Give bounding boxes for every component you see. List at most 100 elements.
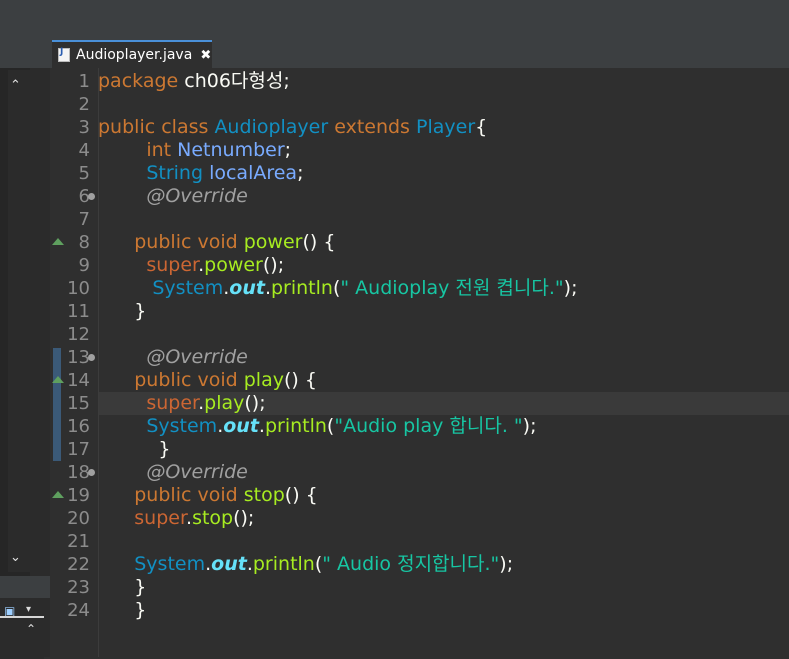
- code-token: stop: [192, 507, 234, 529]
- code-token: println: [264, 415, 327, 437]
- lower-scroll-up-icon[interactable]: ⌃: [26, 622, 36, 636]
- code-token: stop: [243, 484, 285, 506]
- line-number: 18: [67, 462, 90, 483]
- code-token: localArea: [209, 162, 298, 184]
- lower-panel: [0, 616, 44, 659]
- scroll-up-icon[interactable]: ⌃: [10, 78, 21, 93]
- code-token: {: [475, 116, 488, 138]
- code-token: println: [252, 553, 315, 575]
- code-token: "Audio play 합니다. ": [334, 415, 523, 437]
- code-token: () {: [283, 369, 317, 391]
- line-number: 1: [78, 71, 90, 92]
- code-token: power: [204, 254, 263, 276]
- fold-marker-icon[interactable]: [88, 193, 95, 200]
- line-number-gutter[interactable]: 1 2 3 4 5 6 7 8 9 10 11 12 13 14 15 16 17 18 19 20 21 22 23 24: [50, 68, 99, 657]
- code-token: ();: [262, 254, 285, 276]
- code-line[interactable]: System.out.println(" Audio 정지합니다.");: [98, 553, 513, 576]
- chevron-down-icon[interactable]: ▾: [26, 604, 31, 615]
- tab-audioplayer-java[interactable]: Audioplayer.java ✖: [52, 40, 212, 68]
- code-line[interactable]: int Netnumber;: [98, 139, 291, 162]
- code-line[interactable]: super.play();: [98, 392, 265, 415]
- code-token: power: [243, 231, 303, 253]
- code-line[interactable]: @Override: [98, 185, 248, 208]
- line-number: 17: [67, 439, 90, 460]
- code-token: ch06다형성;: [178, 70, 290, 92]
- editor-tab-bar: Audioplayer.java ✖: [50, 38, 789, 68]
- code-line[interactable]: }: [98, 438, 170, 461]
- code-token: );: [499, 553, 514, 575]
- code-token: String: [146, 162, 204, 184]
- code-token: class: [161, 116, 209, 138]
- left-panel-scrollbar[interactable]: [8, 70, 30, 572]
- line-number: 10: [67, 278, 90, 299]
- code-line[interactable]: }: [98, 576, 146, 599]
- fold-marker-icon[interactable]: [88, 469, 95, 476]
- line-number: 6: [78, 186, 90, 207]
- code-line[interactable]: public void power() {: [98, 231, 335, 254]
- code-token: public: [134, 484, 192, 506]
- code-token: }: [98, 576, 147, 598]
- code-token: void: [197, 484, 238, 506]
- code-token: play: [204, 392, 245, 414]
- left-panel: ⌃ ⌄ ▣ ▾ ⌃: [0, 38, 50, 659]
- code-token: super: [134, 507, 187, 529]
- line-number: 24: [67, 600, 90, 621]
- code-token: ();: [233, 507, 255, 529]
- override-marker-icon[interactable]: [52, 376, 64, 383]
- code-line[interactable]: }: [98, 300, 146, 323]
- line-number: 15: [67, 393, 90, 414]
- code-token: println: [270, 277, 333, 299]
- fold-marker-icon[interactable]: [88, 354, 95, 361]
- code-token: out: [223, 415, 259, 437]
- code-token: @Override: [146, 461, 248, 483]
- code-line[interactable]: public class Audioplayer extends Player{: [98, 116, 487, 139]
- line-number: 9: [78, 255, 90, 276]
- line-number: 22: [67, 554, 90, 575]
- code-line[interactable]: System.out.println("Audio play 합니다. ");: [98, 415, 536, 438]
- line-number: 3: [78, 117, 90, 138]
- code-token: }: [98, 300, 147, 322]
- code-line[interactable]: System.out.println(" Audioplay 전원 켭니다.")…: [98, 277, 577, 300]
- close-icon[interactable]: ✖: [200, 48, 211, 63]
- override-marker-icon[interactable]: [52, 491, 64, 498]
- panel-separator: [0, 576, 50, 598]
- code-line[interactable]: package ch06다형성;: [98, 70, 290, 93]
- code-token: System: [152, 277, 224, 299]
- line-number: 16: [67, 416, 90, 437]
- code-token: @Override: [146, 185, 248, 207]
- line-number: 7: [78, 209, 90, 230]
- code-line[interactable]: super.power();: [98, 254, 284, 277]
- code-token: void: [197, 369, 238, 391]
- code-token: Netnumber: [177, 139, 285, 161]
- code-token: System: [134, 553, 206, 575]
- left-panel-tabstrip: [0, 38, 50, 68]
- code-token: @Override: [146, 346, 248, 368]
- code-line[interactable]: String localArea;: [98, 162, 303, 185]
- code-token: System: [146, 415, 218, 437]
- code-token: public: [98, 116, 156, 138]
- code-editor[interactable]: Audioplayer.java ✖ 123456789101112131415…: [50, 38, 789, 657]
- code-area[interactable]: package ch06다형성; public class Audioplayer…: [98, 68, 789, 657]
- window-top-bar: [0, 0, 789, 38]
- code-line[interactable]: @Override: [98, 346, 248, 369]
- java-file-icon: [58, 47, 70, 62]
- code-token: int: [146, 139, 172, 161]
- code-line[interactable]: }: [98, 599, 146, 622]
- code-token: }: [98, 438, 171, 460]
- code-token: );: [522, 415, 537, 437]
- code-token: public: [134, 369, 192, 391]
- code-line[interactable]: @Override: [98, 461, 248, 484]
- code-line[interactable]: public void stop() {: [98, 484, 317, 507]
- scroll-down-icon[interactable]: ⌄: [10, 550, 21, 565]
- code-line[interactable]: super.stop();: [98, 507, 254, 530]
- code-token: out: [229, 277, 265, 299]
- override-marker-icon[interactable]: [52, 238, 64, 245]
- code-line[interactable]: public void play() {: [98, 369, 317, 392]
